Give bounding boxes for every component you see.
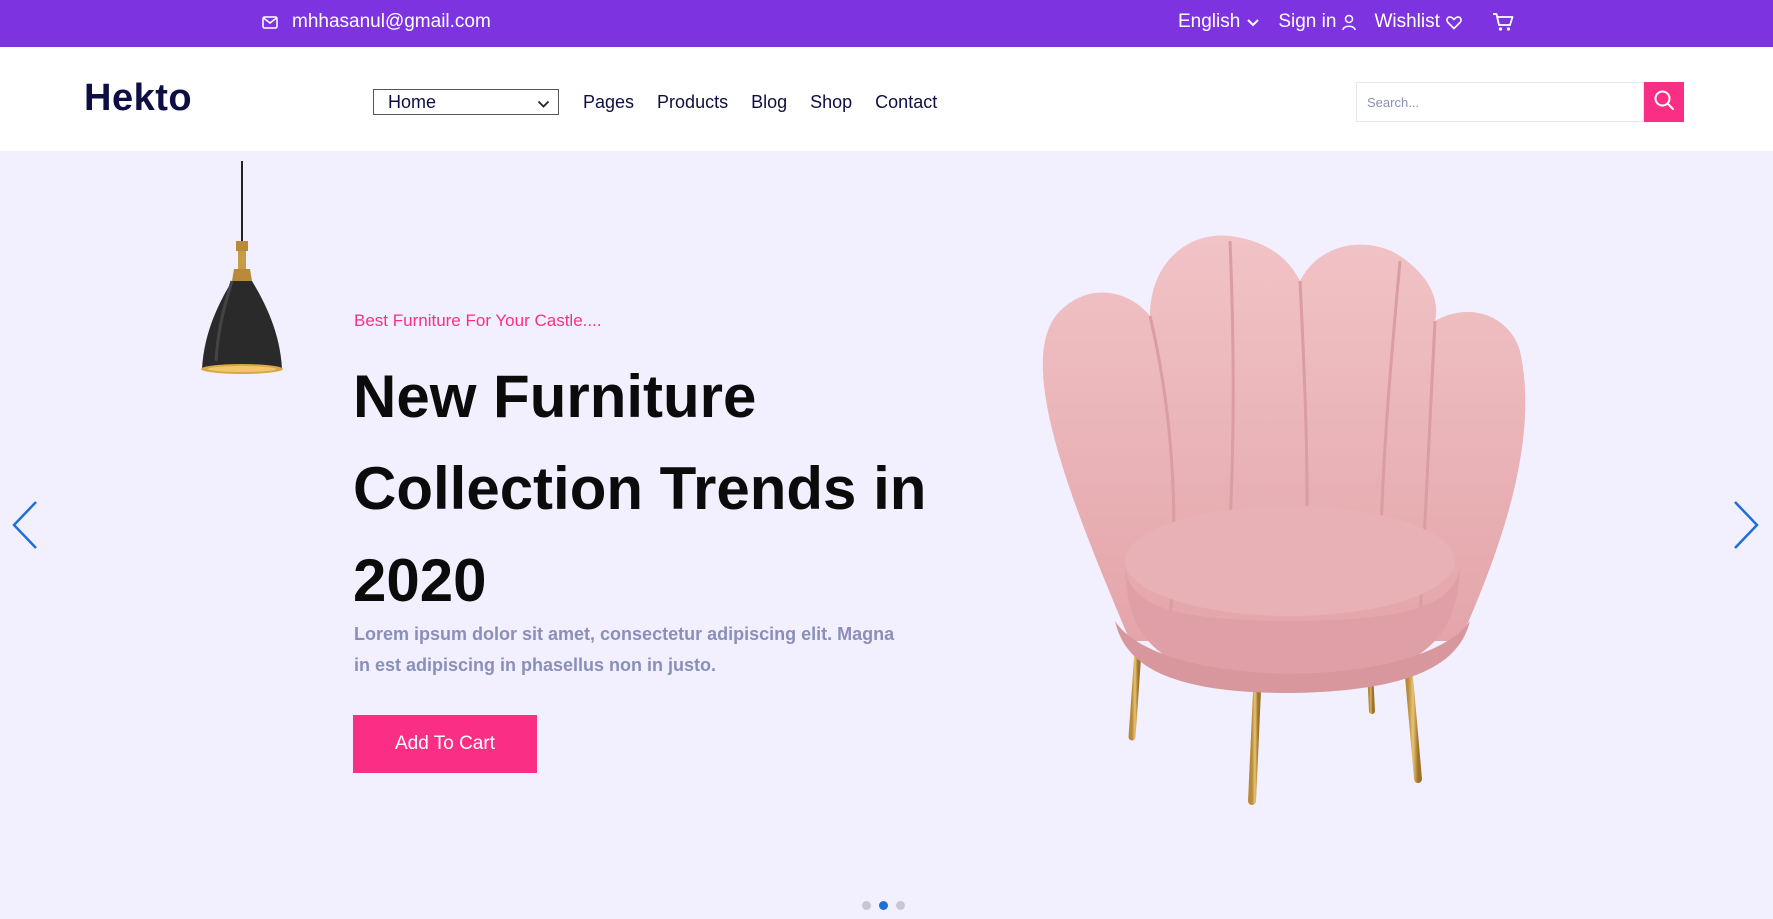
home-select-value: Home — [388, 91, 437, 112]
slider-dots — [862, 901, 905, 910]
chevron-down-icon — [537, 92, 550, 113]
chevron-right-icon — [1731, 501, 1761, 555]
main-header: Hekto Home Pages Products Blog Shop Cont… — [0, 47, 1773, 151]
hero-subtitle: Best Furniture For Your Castle.... — [354, 311, 602, 330]
slider-prev-button[interactable] — [10, 499, 40, 556]
nav-link-products[interactable]: Products — [657, 92, 728, 113]
search-input[interactable] — [1356, 82, 1644, 122]
main-nav: Home Pages Products Blog Shop Contact — [373, 89, 960, 115]
language-selector[interactable]: English — [1178, 11, 1260, 33]
mail-icon — [262, 15, 278, 29]
language-label: English — [1178, 11, 1241, 32]
heart-icon — [1446, 15, 1462, 30]
search-icon — [1653, 89, 1675, 116]
add-to-cart-button[interactable]: Add To Cart — [353, 715, 537, 773]
contact-email[interactable]: mhhasanul@gmail.com — [262, 11, 491, 33]
logo[interactable]: Hekto — [84, 77, 192, 120]
hero-slider: Best Furniture For Your Castle.... New F… — [0, 151, 1773, 919]
nav-link-pages[interactable]: Pages — [583, 92, 634, 113]
slider-dot-3[interactable] — [896, 901, 905, 910]
home-select[interactable]: Home — [373, 89, 559, 115]
pendant-lamp-image — [190, 161, 290, 426]
sign-in-link[interactable]: Sign in — [1278, 11, 1357, 33]
nav-link-shop[interactable]: Shop — [810, 92, 852, 113]
slider-dot-2[interactable] — [879, 901, 888, 910]
wishlist-label: Wishlist — [1374, 11, 1440, 32]
cart-icon — [1492, 12, 1514, 32]
sign-in-label: Sign in — [1278, 11, 1337, 32]
chevron-left-icon — [10, 501, 40, 555]
cart-button[interactable] — [1492, 12, 1514, 32]
top-bar: mhhasanul@gmail.com English Sign in Wish… — [0, 0, 1773, 47]
user-icon — [1342, 14, 1357, 31]
slider-next-button[interactable] — [1731, 499, 1761, 556]
search-button[interactable] — [1644, 82, 1684, 122]
search-bar — [1356, 82, 1684, 122]
pink-armchair-image — [1020, 221, 1580, 826]
email-text: mhhasanul@gmail.com — [292, 11, 491, 32]
nav-link-contact[interactable]: Contact — [875, 92, 937, 113]
nav-link-blog[interactable]: Blog — [751, 92, 787, 113]
hero-headline: New Furniture Collection Trends in 2020 — [353, 363, 927, 614]
wishlist-link[interactable]: Wishlist — [1374, 11, 1462, 33]
slider-dot-1[interactable] — [862, 901, 871, 910]
chevron-down-icon — [1246, 18, 1260, 27]
hero-description: Lorem ipsum dolor sit amet, consectetur … — [354, 624, 895, 675]
